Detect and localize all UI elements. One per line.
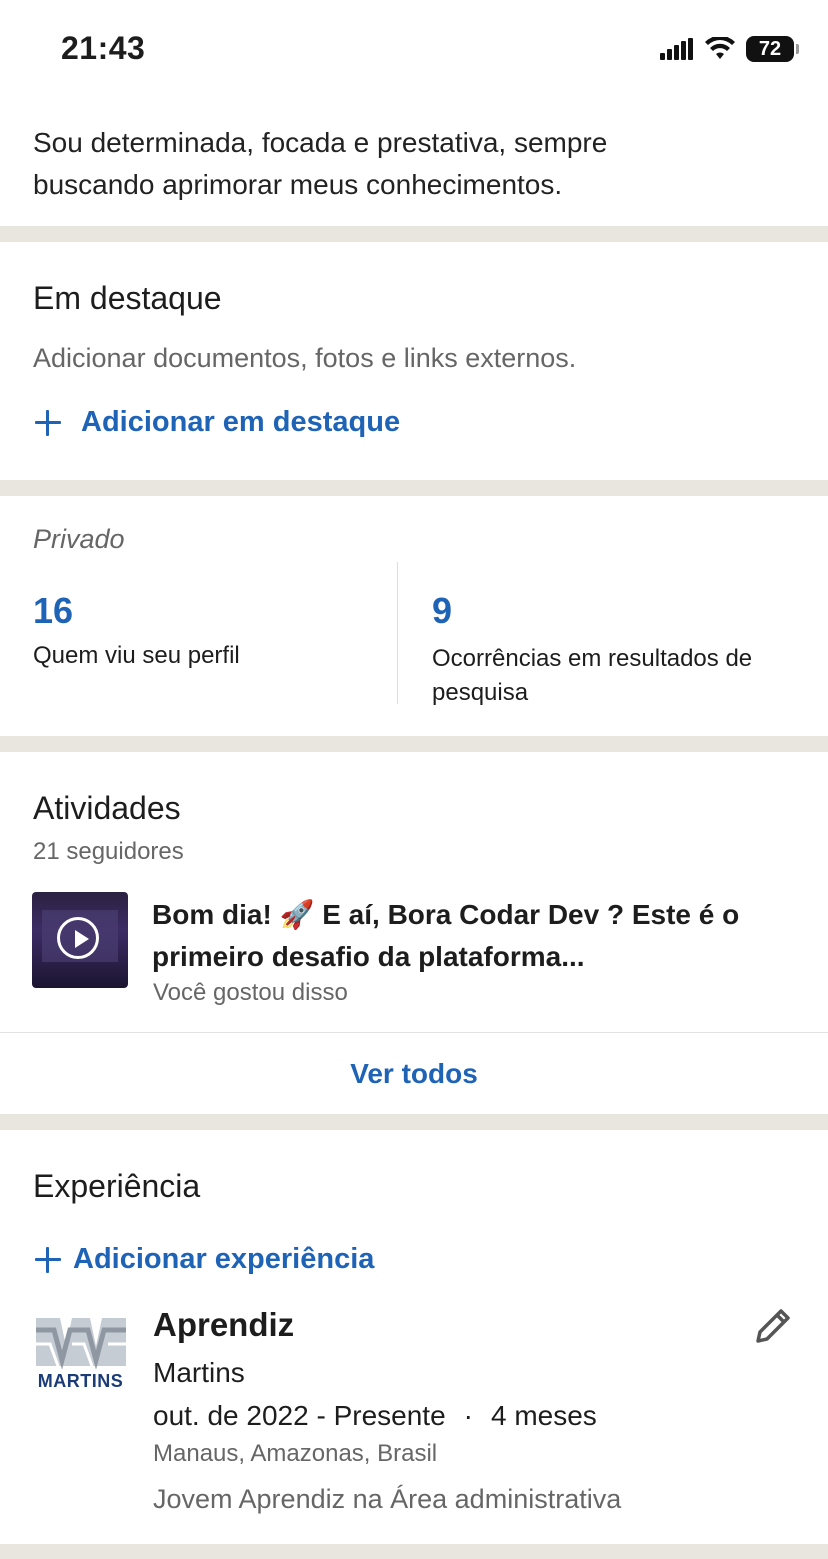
post-reaction: Você gostou disso	[153, 979, 348, 1006]
play-icon	[57, 917, 99, 959]
plus-icon	[35, 1246, 61, 1273]
status-icons: 72	[660, 34, 799, 64]
add-experience-button[interactable]: Adicionar experiência	[35, 1243, 374, 1276]
experience-location: Manaus, Amazonas, Brasil	[153, 1440, 438, 1467]
pencil-icon[interactable]	[750, 1305, 794, 1349]
profile-views-stat[interactable]: 16 Quem viu seu perfil	[33, 590, 373, 670]
featured-card: Em destaque Adicionar documentos, fotos …	[0, 242, 828, 480]
experience-role[interactable]: Aprendiz	[153, 1306, 294, 1344]
signal-icon	[660, 38, 693, 60]
status-time: 21:43	[61, 30, 146, 66]
search-appearances-count: 9	[432, 590, 453, 631]
experience-description: Jovem Aprendiz na Área administrativa	[153, 1484, 622, 1514]
battery-icon: 72	[746, 36, 799, 62]
featured-description: Adicionar documentos, fotos e links exte…	[33, 343, 577, 373]
experience-dates: out. de 2022 - Presente · 4 meses	[153, 1400, 597, 1432]
privacy-label: Privado	[33, 524, 125, 554]
post-text[interactable]: Bom dia! 🚀 E aí, Bora Codar Dev ? Este é…	[152, 894, 792, 978]
see-all-button[interactable]: Ver todos	[0, 1033, 828, 1114]
add-featured-label: Adicionar em destaque	[81, 406, 401, 438]
add-featured-button[interactable]: Adicionar em destaque	[35, 406, 400, 439]
profile-views-label: Quem viu seu perfil	[33, 642, 240, 669]
followers-count: 21 seguidores	[33, 838, 184, 865]
featured-title: Em destaque	[33, 280, 222, 316]
experience-period: out. de 2022 - Presente	[153, 1400, 446, 1431]
experience-duration: 4 meses	[490, 1400, 597, 1431]
add-experience-label: Adicionar experiência	[73, 1243, 375, 1275]
status-bar: 21:43 72	[0, 0, 828, 100]
experience-title: Experiência	[33, 1168, 201, 1204]
post-thumbnail[interactable]	[32, 892, 128, 988]
experience-separator: ·	[463, 1400, 473, 1431]
stats-divider	[397, 562, 398, 704]
search-appearances-stat[interactable]: 9 Ocorrências em resultados de pesquisa	[432, 590, 792, 710]
search-appearances-label: Ocorrências em resultados de pesquisa	[432, 645, 753, 706]
profile-views-count: 16	[33, 590, 74, 631]
company-logo: MARTINS	[36, 1318, 126, 1390]
see-all-label: Ver todos	[350, 1057, 478, 1089]
about-text: Sou determinada, focada e prestativa, se…	[33, 127, 608, 200]
wifi-icon	[705, 37, 735, 59]
plus-icon	[35, 409, 61, 436]
company-logo-text: MARTINS	[38, 1371, 124, 1390]
experience-company: Martins	[153, 1357, 245, 1388]
activity-title: Atividades	[33, 790, 181, 826]
